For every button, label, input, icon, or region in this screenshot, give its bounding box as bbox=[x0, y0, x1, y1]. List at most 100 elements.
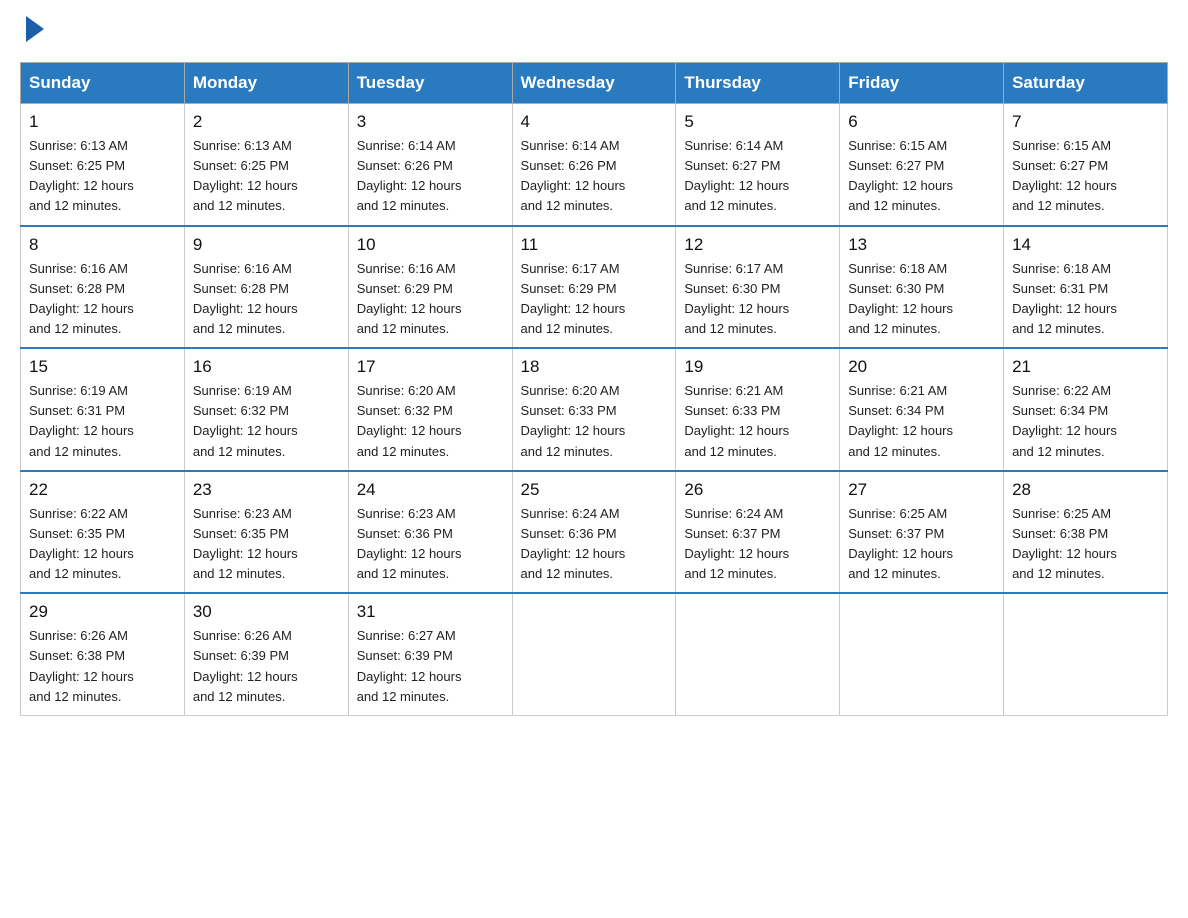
day-info: Sunrise: 6:25 AMSunset: 6:38 PMDaylight:… bbox=[1012, 504, 1159, 585]
day-info: Sunrise: 6:26 AMSunset: 6:38 PMDaylight:… bbox=[29, 626, 176, 707]
day-info: Sunrise: 6:15 AMSunset: 6:27 PMDaylight:… bbox=[848, 136, 995, 217]
day-info: Sunrise: 6:18 AMSunset: 6:31 PMDaylight:… bbox=[1012, 259, 1159, 340]
day-info: Sunrise: 6:25 AMSunset: 6:37 PMDaylight:… bbox=[848, 504, 995, 585]
calendar-week-row: 22 Sunrise: 6:22 AMSunset: 6:35 PMDayligh… bbox=[21, 471, 1168, 594]
day-info: Sunrise: 6:22 AMSunset: 6:35 PMDaylight:… bbox=[29, 504, 176, 585]
calendar-cell: 1Sunrise: 6:13 AMSunset: 6:25 PMDaylight… bbox=[21, 104, 185, 226]
day-info: Sunrise: 6:21 AMSunset: 6:33 PMDaylight:… bbox=[684, 381, 831, 462]
calendar-cell: 20 Sunrise: 6:21 AMSunset: 6:34 PMDayligh… bbox=[840, 348, 1004, 471]
calendar-header-row: SundayMondayTuesdayWednesdayThursdayFrid… bbox=[21, 63, 1168, 104]
calendar-cell: 29 Sunrise: 6:26 AMSunset: 6:38 PMDayligh… bbox=[21, 593, 185, 715]
day-number: 3 bbox=[357, 112, 504, 132]
day-info: Sunrise: 6:16 AMSunset: 6:28 PMDaylight:… bbox=[193, 259, 340, 340]
day-info: Sunrise: 6:26 AMSunset: 6:39 PMDaylight:… bbox=[193, 626, 340, 707]
day-number: 5 bbox=[684, 112, 831, 132]
calendar-cell: 11 Sunrise: 6:17 AMSunset: 6:29 PMDayligh… bbox=[512, 226, 676, 349]
day-number: 14 bbox=[1012, 235, 1159, 255]
calendar-cell: 18 Sunrise: 6:20 AMSunset: 6:33 PMDayligh… bbox=[512, 348, 676, 471]
calendar-cell: 27 Sunrise: 6:25 AMSunset: 6:37 PMDayligh… bbox=[840, 471, 1004, 594]
day-number: 8 bbox=[29, 235, 176, 255]
calendar-cell: 26Sunrise: 6:24 AMSunset: 6:37 PMDayligh… bbox=[676, 471, 840, 594]
calendar-cell: 30 Sunrise: 6:26 AMSunset: 6:39 PMDayligh… bbox=[184, 593, 348, 715]
calendar-cell: 17Sunrise: 6:20 AMSunset: 6:32 PMDayligh… bbox=[348, 348, 512, 471]
day-number: 27 bbox=[848, 480, 995, 500]
calendar-cell bbox=[512, 593, 676, 715]
day-number: 25 bbox=[521, 480, 668, 500]
calendar-cell: 7Sunrise: 6:15 AMSunset: 6:27 PMDaylight… bbox=[1004, 104, 1168, 226]
calendar-week-row: 29 Sunrise: 6:26 AMSunset: 6:38 PMDayligh… bbox=[21, 593, 1168, 715]
day-number: 4 bbox=[521, 112, 668, 132]
calendar-table: SundayMondayTuesdayWednesdayThursdayFrid… bbox=[20, 62, 1168, 716]
calendar-cell: 8 Sunrise: 6:16 AMSunset: 6:28 PMDaylight… bbox=[21, 226, 185, 349]
page-header bbox=[20, 20, 1168, 42]
day-info: Sunrise: 6:20 AMSunset: 6:33 PMDaylight:… bbox=[521, 381, 668, 462]
calendar-cell: 28Sunrise: 6:25 AMSunset: 6:38 PMDayligh… bbox=[1004, 471, 1168, 594]
day-number: 18 bbox=[521, 357, 668, 377]
day-header-thursday: Thursday bbox=[676, 63, 840, 104]
day-number: 2 bbox=[193, 112, 340, 132]
day-info: Sunrise: 6:16 AMSunset: 6:28 PMDaylight:… bbox=[29, 259, 176, 340]
day-info: Sunrise: 6:27 AMSunset: 6:39 PMDaylight:… bbox=[357, 626, 504, 707]
calendar-week-row: 1Sunrise: 6:13 AMSunset: 6:25 PMDaylight… bbox=[21, 104, 1168, 226]
day-info: Sunrise: 6:16 AMSunset: 6:29 PMDaylight:… bbox=[357, 259, 504, 340]
calendar-cell: 5 Sunrise: 6:14 AMSunset: 6:27 PMDaylight… bbox=[676, 104, 840, 226]
day-info: Sunrise: 6:24 AMSunset: 6:36 PMDaylight:… bbox=[521, 504, 668, 585]
day-number: 11 bbox=[521, 235, 668, 255]
day-info: Sunrise: 6:24 AMSunset: 6:37 PMDaylight:… bbox=[684, 504, 831, 585]
calendar-cell: 24Sunrise: 6:23 AMSunset: 6:36 PMDayligh… bbox=[348, 471, 512, 594]
day-header-friday: Friday bbox=[840, 63, 1004, 104]
calendar-week-row: 8 Sunrise: 6:16 AMSunset: 6:28 PMDaylight… bbox=[21, 226, 1168, 349]
calendar-cell: 9 Sunrise: 6:16 AMSunset: 6:28 PMDaylight… bbox=[184, 226, 348, 349]
day-number: 19 bbox=[684, 357, 831, 377]
day-header-saturday: Saturday bbox=[1004, 63, 1168, 104]
calendar-cell: 10Sunrise: 6:16 AMSunset: 6:29 PMDayligh… bbox=[348, 226, 512, 349]
day-info: Sunrise: 6:17 AMSunset: 6:30 PMDaylight:… bbox=[684, 259, 831, 340]
logo-arrow-icon bbox=[26, 16, 44, 42]
calendar-cell: 6Sunrise: 6:15 AMSunset: 6:27 PMDaylight… bbox=[840, 104, 1004, 226]
day-number: 24 bbox=[357, 480, 504, 500]
day-number: 21 bbox=[1012, 357, 1159, 377]
day-header-sunday: Sunday bbox=[21, 63, 185, 104]
day-number: 30 bbox=[193, 602, 340, 622]
day-number: 16 bbox=[193, 357, 340, 377]
calendar-cell: 19 Sunrise: 6:21 AMSunset: 6:33 PMDayligh… bbox=[676, 348, 840, 471]
calendar-cell: 2 Sunrise: 6:13 AMSunset: 6:25 PMDaylight… bbox=[184, 104, 348, 226]
day-info: Sunrise: 6:14 AMSunset: 6:27 PMDaylight:… bbox=[684, 136, 831, 217]
day-number: 17 bbox=[357, 357, 504, 377]
day-number: 7 bbox=[1012, 112, 1159, 132]
calendar-cell: 25 Sunrise: 6:24 AMSunset: 6:36 PMDayligh… bbox=[512, 471, 676, 594]
day-header-tuesday: Tuesday bbox=[348, 63, 512, 104]
calendar-cell bbox=[840, 593, 1004, 715]
calendar-cell: 21Sunrise: 6:22 AMSunset: 6:34 PMDayligh… bbox=[1004, 348, 1168, 471]
day-number: 22 bbox=[29, 480, 176, 500]
calendar-week-row: 15 Sunrise: 6:19 AMSunset: 6:31 PMDayligh… bbox=[21, 348, 1168, 471]
day-number: 15 bbox=[29, 357, 176, 377]
day-info: Sunrise: 6:14 AMSunset: 6:26 PMDaylight:… bbox=[357, 136, 504, 217]
logo bbox=[20, 20, 44, 42]
day-number: 29 bbox=[29, 602, 176, 622]
calendar-cell bbox=[1004, 593, 1168, 715]
calendar-cell: 23 Sunrise: 6:23 AMSunset: 6:35 PMDayligh… bbox=[184, 471, 348, 594]
calendar-cell: 4Sunrise: 6:14 AMSunset: 6:26 PMDaylight… bbox=[512, 104, 676, 226]
calendar-cell: 22 Sunrise: 6:22 AMSunset: 6:35 PMDayligh… bbox=[21, 471, 185, 594]
day-header-monday: Monday bbox=[184, 63, 348, 104]
calendar-cell: 16 Sunrise: 6:19 AMSunset: 6:32 PMDayligh… bbox=[184, 348, 348, 471]
day-number: 23 bbox=[193, 480, 340, 500]
day-info: Sunrise: 6:19 AMSunset: 6:32 PMDaylight:… bbox=[193, 381, 340, 462]
day-info: Sunrise: 6:19 AMSunset: 6:31 PMDaylight:… bbox=[29, 381, 176, 462]
day-number: 9 bbox=[193, 235, 340, 255]
day-info: Sunrise: 6:13 AMSunset: 6:25 PMDaylight:… bbox=[193, 136, 340, 217]
calendar-cell: 3 Sunrise: 6:14 AMSunset: 6:26 PMDaylight… bbox=[348, 104, 512, 226]
calendar-cell: 14 Sunrise: 6:18 AMSunset: 6:31 PMDayligh… bbox=[1004, 226, 1168, 349]
calendar-cell: 12 Sunrise: 6:17 AMSunset: 6:30 PMDayligh… bbox=[676, 226, 840, 349]
day-info: Sunrise: 6:23 AMSunset: 6:35 PMDaylight:… bbox=[193, 504, 340, 585]
day-number: 12 bbox=[684, 235, 831, 255]
day-number: 31 bbox=[357, 602, 504, 622]
day-info: Sunrise: 6:17 AMSunset: 6:29 PMDaylight:… bbox=[521, 259, 668, 340]
day-info: Sunrise: 6:13 AMSunset: 6:25 PMDaylight:… bbox=[29, 136, 176, 217]
day-number: 13 bbox=[848, 235, 995, 255]
day-number: 20 bbox=[848, 357, 995, 377]
day-header-wednesday: Wednesday bbox=[512, 63, 676, 104]
calendar-cell: 13Sunrise: 6:18 AMSunset: 6:30 PMDayligh… bbox=[840, 226, 1004, 349]
day-info: Sunrise: 6:21 AMSunset: 6:34 PMDaylight:… bbox=[848, 381, 995, 462]
